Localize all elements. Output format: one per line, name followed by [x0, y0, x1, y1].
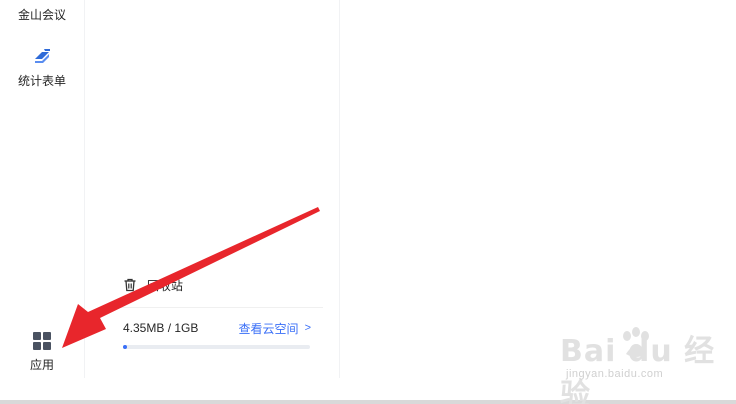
sidebar-item-label: 统计表单	[17, 74, 66, 88]
app-sidebar: 金山会议 统计表单 应用	[0, 0, 85, 378]
sidebar-item-apps[interactable]: 应用	[0, 330, 84, 372]
view-cloud-space-label: 查看云空间	[238, 321, 299, 336]
app-window: 金山会议 统计表单 应用 回收站 4.35MB / 1GB 查看云空间 > Ba…	[0, 0, 736, 404]
sidebar-item-label: 应用	[29, 358, 54, 372]
trash-item[interactable]: 回收站	[123, 276, 183, 294]
watermark-brand: Bai du 经验	[560, 334, 716, 404]
file-panel: 回收站 4.35MB / 1GB 查看云空间 >	[85, 0, 340, 378]
sidebar-item-meeting[interactable]: 金山会议	[0, 8, 84, 22]
storage-widget: 4.35MB / 1GB 查看云空间 >	[123, 320, 311, 349]
storage-usage-text: 4.35MB / 1GB	[123, 321, 199, 335]
storage-progress-fill	[123, 345, 127, 349]
trash-label: 回收站	[147, 278, 184, 293]
baidu-watermark: Bai du 经验 jingyan.baidu.com	[560, 320, 730, 404]
sidebar-item-forms[interactable]: 统计表单	[0, 46, 84, 88]
divider	[115, 307, 323, 308]
apps-grid-icon	[33, 332, 51, 350]
chevron-right-icon: >	[304, 322, 311, 334]
view-cloud-space-link[interactable]: 查看云空间 >	[239, 320, 311, 337]
form-icon	[35, 49, 50, 63]
trash-icon	[124, 278, 136, 292]
watermark-url: jingyan.baidu.com	[566, 368, 664, 380]
sidebar-item-label: 金山会议	[17, 8, 66, 22]
storage-progress-bar[interactable]	[123, 345, 310, 349]
